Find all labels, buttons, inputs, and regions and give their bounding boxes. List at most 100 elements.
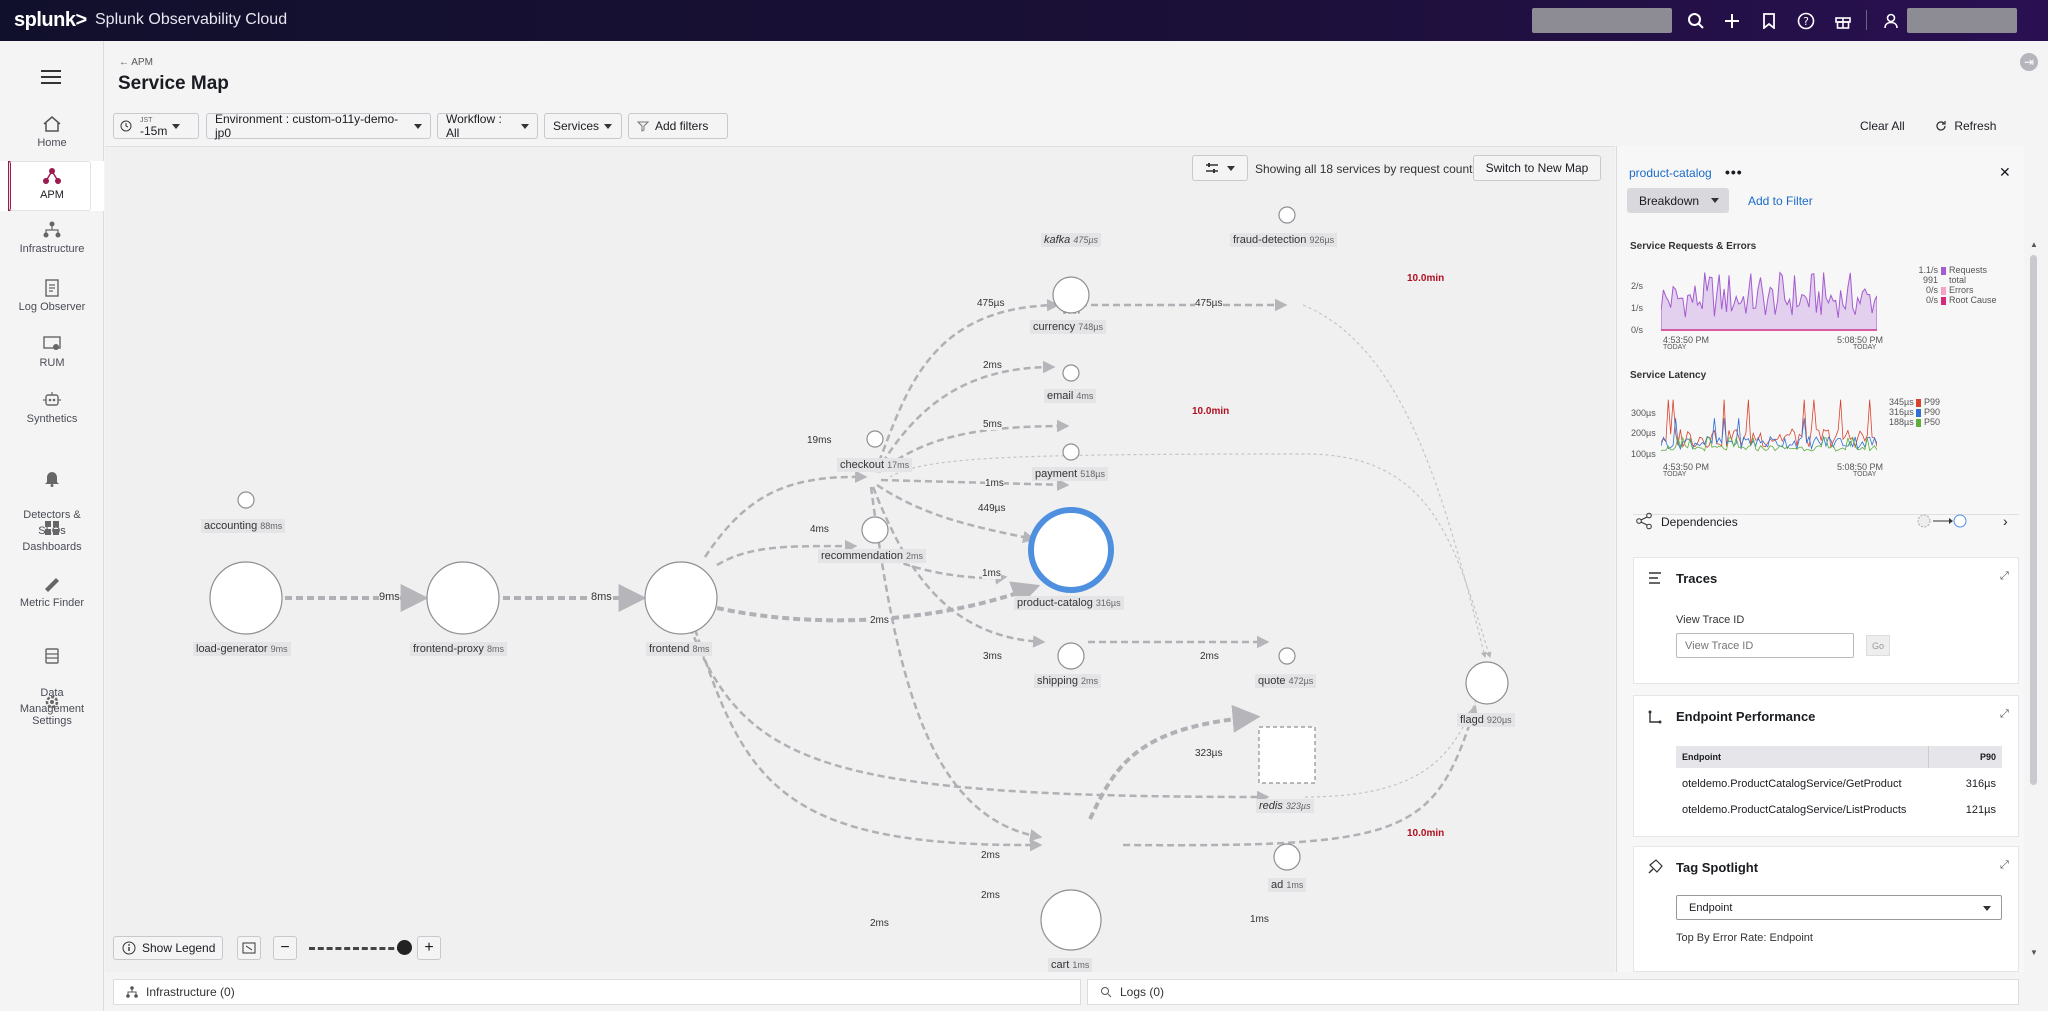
workflow-label: Workflow : All (446, 112, 502, 140)
refresh-button[interactable]: Refresh (1935, 119, 1996, 133)
sidebar-item-infrastructure[interactable]: Infrastructure (0, 221, 104, 271)
tag-spotlight-card: Tag Spotlight ⤢ Endpoint Top By Error Ra… (1633, 846, 2019, 972)
bookmark-icon[interactable] (1756, 8, 1782, 34)
sidebar-item-rum[interactable]: RUM (0, 335, 104, 385)
sidebar-item-settings[interactable]: Settings (0, 693, 104, 743)
node-label-currency[interactable]: currency 748µs (1030, 320, 1106, 334)
service-name-link[interactable]: product-catalog (1629, 166, 1712, 180)
service-map[interactable]: 9ms 8ms 19ms 475µs 475µs 2ms 5ms 1ms 449… (105, 146, 1615, 972)
col-p90[interactable]: P90 (1980, 752, 1996, 762)
gift-icon[interactable] (1830, 8, 1856, 34)
endpoint-name[interactable]: oteldemo.ProductCatalogService/ListProdu… (1682, 804, 1906, 816)
sidebar-item-log-observer[interactable]: Log Observer (0, 279, 104, 329)
sidebar-item-apm[interactable]: APM (0, 161, 104, 211)
node-label-email[interactable]: email 4ms (1044, 389, 1097, 403)
sidebar-item-label: Home (37, 137, 67, 149)
sidebar-item-dashboards[interactable]: Dashboards (0, 519, 104, 569)
help-icon[interactable]: ? (1793, 8, 1819, 34)
sidebar-item-data-management[interactable]: Data Management (0, 631, 104, 715)
plus-icon[interactable] (1719, 8, 1745, 34)
logs-bar[interactable]: Logs (0) (1087, 979, 2019, 1005)
col-endpoint[interactable]: Endpoint (1682, 752, 1721, 762)
node-label-fraud-detection[interactable]: fraud-detection 926µs (1230, 233, 1338, 247)
add-filters-button[interactable]: Add filters (628, 113, 728, 139)
switch-new-map-button[interactable]: Switch to New Map (1473, 155, 1601, 181)
splunk-logo[interactable]: splunk> (14, 9, 87, 32)
node-label-cart[interactable]: cart 1ms (1048, 958, 1093, 972)
zoom-in-button[interactable]: + (417, 936, 441, 960)
show-legend-button[interactable]: Show Legend (113, 936, 223, 960)
scroll-down-icon[interactable]: ▼ (2030, 948, 2038, 957)
edge-cart-redis (1088, 704, 1261, 820)
scroll-up-icon[interactable]: ▲ (2030, 240, 2038, 249)
map-settings-dropdown[interactable] (1192, 155, 1248, 181)
expand-icon[interactable]: ⤢ (2000, 708, 2009, 721)
breakdown-dropdown[interactable]: Breakdown (1627, 188, 1729, 213)
ruler-icon (45, 578, 59, 592)
services-filter[interactable]: Services (544, 113, 622, 139)
node-label-recommendation[interactable]: recommendation 2ms (818, 549, 927, 563)
trace-id-input[interactable] (1676, 633, 1854, 658)
scrollbar-thumb[interactable] (2030, 255, 2037, 785)
node-label-shipping[interactable]: shipping 2ms (1034, 674, 1102, 688)
node-label-accounting[interactable]: accounting 88ms (201, 519, 286, 533)
node-label-load-generator[interactable]: load-generator 9ms (193, 642, 291, 656)
clear-all-button[interactable]: Clear All (1860, 119, 1905, 133)
node-label-flagd[interactable]: flagd 920µs (1457, 713, 1515, 727)
time-picker[interactable]: JST -15m (113, 113, 199, 139)
breadcrumb[interactable]: ← APM (119, 57, 153, 68)
add-to-filter-link[interactable]: Add to Filter (1748, 194, 1813, 208)
sidebar-item-metric-finder[interactable]: Metric Finder (0, 575, 104, 625)
node-label-ad[interactable]: ad 1ms (1268, 878, 1307, 892)
environment-label: Environment : custom-o11y-demo-jp0 (215, 112, 399, 140)
infrastructure-bar[interactable]: Infrastructure (0) (113, 979, 1081, 1005)
sidebar-item-detectors[interactable]: Detectors & SLOs (0, 453, 104, 537)
node-label-kafka[interactable]: kafka 475µs (1041, 233, 1102, 247)
node-label-product-catalog[interactable]: product-catalog 316µs (1014, 596, 1124, 610)
user-icon[interactable] (1878, 8, 1904, 34)
search-icon[interactable] (1683, 8, 1709, 34)
y-tick: 300µs (1631, 408, 1656, 418)
sidebar-item-home[interactable]: Home (0, 111, 104, 161)
zoom-slider-handle[interactable] (397, 940, 412, 955)
fit-to-screen-button[interactable] (237, 936, 261, 960)
endpoint-table-header: Endpoint P90 (1676, 746, 2002, 768)
table-row[interactable]: oteldemo.ProductCatalogService/ListProdu… (1676, 800, 2002, 822)
zoom-slider-track[interactable] (309, 947, 403, 950)
menu-icon[interactable] (38, 66, 64, 86)
user-menu[interactable] (1907, 8, 2017, 33)
node-label-checkout[interactable]: checkout 17ms (837, 458, 913, 472)
collapse-panel-icon[interactable]: ⇥ (2020, 53, 2038, 71)
node-label-payment[interactable]: payment 518µs (1032, 467, 1108, 481)
bell-icon (45, 472, 59, 487)
zoom-out-button[interactable]: − (273, 936, 297, 960)
fit-screen-icon (242, 942, 256, 954)
chevron-right-icon[interactable]: › (2003, 513, 2008, 529)
edge-frontend-ad (688, 626, 1270, 804)
back-arrow-icon: ← (119, 57, 132, 68)
node-label-quote[interactable]: quote 472µs (1255, 674, 1317, 688)
dependencies-title[interactable]: Dependencies (1661, 515, 1738, 529)
breadcrumb-apm[interactable]: APM (131, 57, 153, 68)
global-search-box[interactable] (1532, 8, 1672, 33)
environment-filter[interactable]: Environment : custom-o11y-demo-jp0 (206, 112, 431, 140)
sidebar-item-synthetics[interactable]: Synthetics (0, 391, 104, 441)
close-icon[interactable]: ✕ (1999, 164, 2011, 181)
node-label-redis[interactable]: redis 323µs (1256, 799, 1314, 813)
table-row[interactable]: oteldemo.ProductCatalogService/GetProduc… (1676, 774, 2002, 796)
workflow-filter[interactable]: Workflow : All (437, 112, 538, 140)
edge-fraud-flagd-slow (1302, 304, 1487, 659)
expand-icon[interactable]: ⤢ (2000, 859, 2009, 872)
gear-icon (45, 695, 59, 709)
tag-select[interactable]: Endpoint (1676, 895, 2002, 920)
expand-icon[interactable]: ⤢ (2000, 570, 2009, 583)
services-label: Services (553, 119, 600, 133)
latency-chart[interactable] (1661, 394, 1877, 460)
endpoint-name[interactable]: oteldemo.ProductCatalogService/GetProduc… (1682, 778, 1902, 790)
node-label-frontend-proxy[interactable]: frontend-proxy 8ms (410, 642, 508, 656)
go-button[interactable]: Go (1866, 635, 1890, 656)
chevron-down-icon (1711, 198, 1720, 203)
node-label-frontend[interactable]: frontend 8ms (646, 642, 713, 656)
more-options-icon[interactable]: ••• (1725, 164, 1743, 180)
requests-chart[interactable] (1661, 270, 1877, 332)
